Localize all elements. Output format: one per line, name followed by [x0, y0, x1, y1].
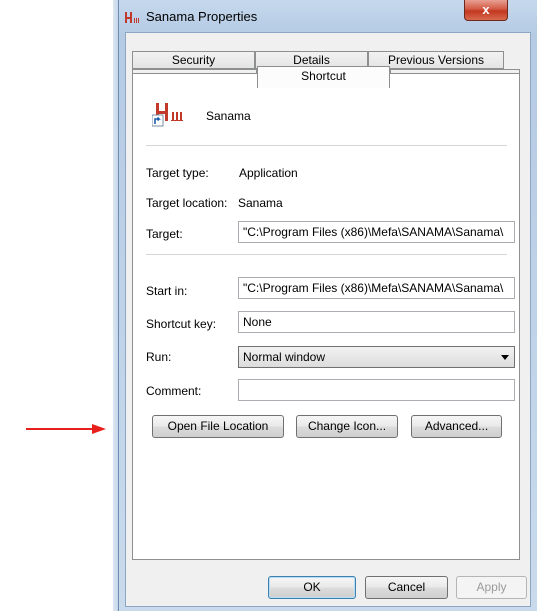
close-button[interactable]: x — [464, 0, 508, 21]
app-icon — [125, 12, 139, 23]
target-location-label: Target location: — [146, 196, 228, 210]
shortcut-name: Sanama — [206, 109, 251, 123]
tab-shortcut[interactable]: Shortcut — [257, 66, 390, 88]
target-location-value: Sanama — [238, 196, 283, 210]
start-in-label: Start in: — [146, 284, 188, 298]
cancel-button[interactable]: Cancel — [365, 576, 448, 599]
window-title: Sanama Properties — [146, 9, 258, 24]
shortcut-panel: Sanama Target type: Application Target l… — [132, 73, 520, 560]
change-icon-button[interactable]: Change Icon... — [296, 415, 398, 438]
target-type-value: Application — [239, 166, 298, 180]
target-type-label: Target type: — [146, 166, 209, 180]
run-select[interactable]: Normal window — [238, 346, 515, 368]
start-in-input[interactable]: "C:\Program Files (x86)\Mefa\SANAMA\Sana… — [238, 277, 515, 299]
target-input[interactable]: "C:\Program Files (x86)\Mefa\SANAMA\Sana… — [238, 221, 515, 243]
comment-input[interactable] — [238, 379, 515, 401]
properties-window: Sanama Properties x Security Details Pre… — [118, 0, 537, 611]
ok-button[interactable]: OK — [268, 576, 356, 599]
run-select-value: Normal window — [243, 350, 326, 364]
annotation-arrow — [26, 424, 106, 434]
separator — [146, 254, 507, 255]
run-label: Run: — [146, 350, 172, 364]
shortcut-key-input[interactable]: None — [238, 311, 515, 333]
apply-button[interactable]: Apply — [456, 576, 527, 599]
separator — [146, 145, 507, 146]
target-label: Target: — [146, 227, 183, 241]
dialog-body: Security Details Previous Versions Gener… — [125, 32, 531, 607]
tab-security[interactable]: Security — [132, 51, 255, 69]
open-file-location-button[interactable]: Open File Location — [152, 415, 284, 438]
shortcut-key-label: Shortcut key: — [146, 317, 217, 331]
advanced-button[interactable]: Advanced... — [411, 415, 502, 438]
shortcut-app-icon — [152, 103, 183, 127]
chevron-down-icon — [501, 355, 509, 360]
comment-label: Comment: — [146, 384, 202, 398]
